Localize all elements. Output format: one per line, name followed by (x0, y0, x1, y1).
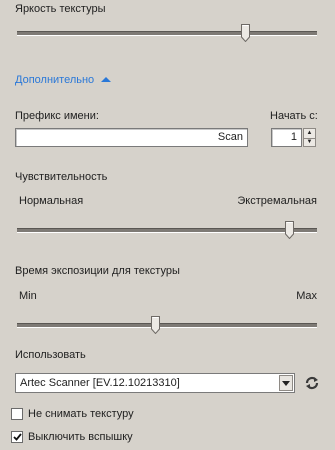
disable-flash-checkbox[interactable] (11, 431, 23, 443)
device-select[interactable]: Artec Scanner [EV.12.10213310] (15, 373, 295, 393)
spin-down-icon[interactable]: ▼ (304, 137, 315, 147)
checkmark-icon (12, 433, 22, 441)
refresh-icon[interactable] (303, 374, 321, 392)
device-select-value: Artec Scanner [EV.12.10213310] (20, 377, 180, 389)
use-label: Использовать (15, 349, 86, 361)
no-texture-label: Не снимать текстуру (28, 408, 134, 420)
sensitivity-max-label: Экстремальная (237, 195, 317, 207)
spin-up-icon[interactable]: ▲ (304, 129, 315, 138)
texture-exposure-max-label: Max (296, 290, 317, 302)
advanced-toggle[interactable]: Дополнительно (15, 74, 112, 86)
sensitivity-slider-track[interactable] (17, 228, 317, 233)
texture-exposure-min-label: Min (19, 290, 37, 302)
start-from-input[interactable]: 1 (271, 128, 302, 147)
start-from-label: Начать с: (270, 110, 318, 122)
no-texture-option[interactable]: Не снимать текстуру (11, 408, 134, 420)
sensitivity-slider-thumb[interactable] (285, 221, 294, 239)
texture-brightness-slider-thumb[interactable] (241, 24, 250, 42)
texture-exposure-slider-track[interactable] (17, 323, 317, 328)
disable-flash-option[interactable]: Выключить вспышку (11, 431, 133, 443)
texture-brightness-slider-track[interactable] (17, 31, 317, 36)
texture-exposure-label: Время экспозиции для текстуры (15, 265, 180, 277)
disable-flash-label: Выключить вспышку (28, 431, 133, 443)
advanced-toggle-label: Дополнительно (15, 74, 95, 86)
chevron-down-icon[interactable] (279, 375, 293, 391)
texture-exposure-slider-thumb[interactable] (151, 316, 160, 334)
sensitivity-label: Чувствительность (15, 171, 108, 183)
start-from-spinner[interactable]: ▲ ▼ (303, 128, 316, 147)
texture-brightness-label: Яркость текстуры (15, 3, 106, 15)
chevron-up-icon (101, 74, 112, 86)
no-texture-checkbox[interactable] (11, 408, 23, 420)
name-prefix-input[interactable]: Scan (15, 128, 248, 147)
sensitivity-min-label: Нормальная (19, 195, 84, 207)
name-prefix-label: Префикс имени: (15, 110, 99, 122)
